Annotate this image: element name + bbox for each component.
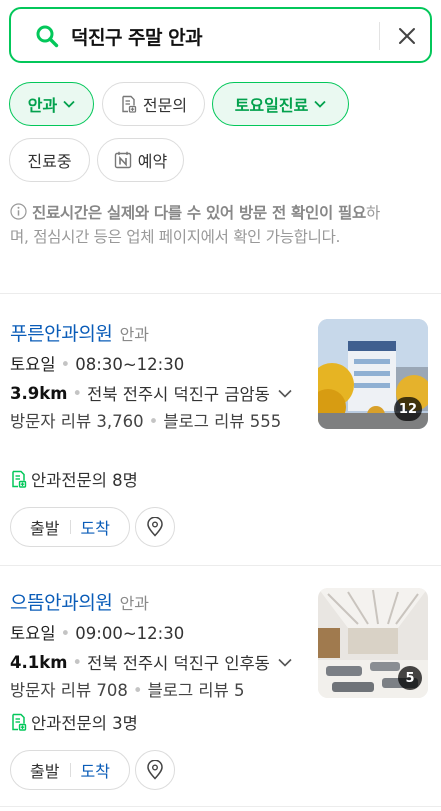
- chevron-down-icon: [63, 100, 75, 108]
- route-start-button[interactable]: 출발: [30, 758, 59, 782]
- filter-chip-specialist[interactable]: 전문의: [102, 82, 205, 126]
- filter-chip-reservation[interactable]: 예약: [97, 138, 184, 182]
- search-input[interactable]: 덕진구 주말 안과: [71, 23, 203, 50]
- address-row[interactable]: 4.1km • 전북 전주시 덕진구 인후동: [10, 650, 308, 674]
- route-arrive-button[interactable]: 도착: [81, 758, 110, 782]
- search-bar[interactable]: 덕진구 주말 안과: [9, 7, 432, 63]
- place-name[interactable]: 푸른안과의원: [10, 323, 113, 345]
- blog-reviews: 블로그 리뷰 5: [147, 681, 245, 700]
- specialist-doc-icon: [12, 713, 27, 731]
- divider: [0, 806, 441, 807]
- distance: 4.1km: [10, 652, 68, 672]
- hours-time: 09:00~12:30: [75, 624, 185, 643]
- visitor-reviews: 방문자 리뷰 3,760: [10, 412, 144, 431]
- map-pin-icon: [147, 760, 163, 780]
- chevron-down-icon[interactable]: [278, 389, 292, 398]
- route-start-button[interactable]: 출발: [30, 515, 59, 539]
- divider: [0, 565, 441, 566]
- photo-count-badge: 12: [393, 397, 422, 421]
- result-title[interactable]: 으뜸안과의원 안과: [10, 588, 149, 615]
- route-arrive-button[interactable]: 도착: [81, 515, 110, 539]
- business-hours: 토요일 • 09:00~12:30: [10, 624, 185, 643]
- address: 전북 전주시 덕진구 금암동: [87, 385, 270, 404]
- place-photo[interactable]: 12: [318, 319, 428, 429]
- review-counts: 방문자 리뷰 708 • 블로그 리뷰 5: [10, 681, 245, 700]
- filter-chip-saturday[interactable]: 토요일진료: [212, 82, 349, 126]
- route-button[interactable]: 출발 도착: [10, 750, 130, 790]
- specialist-info: 안과전문의 3명: [10, 710, 138, 734]
- naver-reserve-icon: [114, 151, 131, 169]
- distance: 3.9km: [10, 383, 68, 403]
- place-category: 안과: [119, 325, 150, 344]
- notice-bold-text: 진료시간은 실제와 다를 수 있어 방문 전 확인이 필요: [32, 204, 366, 222]
- specialist-doc-icon: [12, 470, 27, 488]
- map-pin-button[interactable]: [135, 507, 175, 547]
- filter-chip-label: 전문의: [142, 96, 188, 115]
- filter-chip-label: 토요일진료: [234, 96, 309, 115]
- filter-chip-ophthalmology[interactable]: 안과: [9, 82, 94, 126]
- route-divider: [69, 763, 71, 777]
- route-divider: [69, 520, 71, 534]
- result-card[interactable]: 으뜸안과의원 안과 토요일 • 09:00~12:30 4.1km • 전북 전주시…: [0, 588, 441, 798]
- filter-chip-label: 예약: [137, 152, 168, 171]
- specialist-info: 안과전문의 8명: [10, 467, 138, 491]
- result-card[interactable]: 푸른안과의원 안과 토요일 • 08:30~12:30 3.9km • 전북 전주시…: [0, 319, 441, 559]
- close-icon[interactable]: [393, 22, 421, 50]
- place-photo[interactable]: 5: [318, 588, 428, 698]
- address-row[interactable]: 3.9km • 전북 전주시 덕진구 금암동: [10, 381, 308, 405]
- result-title[interactable]: 푸른안과의원 안과: [10, 319, 149, 346]
- route-button[interactable]: 출발 도착: [10, 507, 130, 547]
- specialist-doc-icon: [122, 95, 137, 113]
- place-category: 안과: [119, 594, 150, 613]
- divider: [0, 293, 441, 294]
- hours-day: 토요일: [10, 624, 56, 643]
- place-name[interactable]: 으뜸안과의원: [10, 592, 113, 614]
- filter-chip-label: 진료중: [27, 152, 72, 171]
- hours-day: 토요일: [10, 355, 56, 374]
- map-pin-icon: [147, 517, 163, 537]
- specialist-count: 안과전문의 3명: [31, 714, 138, 733]
- chevron-down-icon: [314, 100, 326, 108]
- blog-reviews: 블로그 리뷰 555: [163, 412, 282, 431]
- chevron-down-icon[interactable]: [278, 658, 292, 667]
- hours-time: 08:30~12:30: [75, 355, 185, 374]
- review-counts: 방문자 리뷰 3,760 • 블로그 리뷰 555: [10, 412, 282, 431]
- filter-chip-label: 안과: [27, 96, 58, 115]
- business-hours: 토요일 • 08:30~12:30: [10, 355, 185, 374]
- specialist-count: 안과전문의 8명: [31, 471, 138, 490]
- address: 전북 전주시 덕진구 인후동: [87, 654, 270, 673]
- search-divider: [379, 22, 380, 50]
- photo-count-badge: 5: [398, 666, 422, 690]
- info-icon: [10, 203, 27, 220]
- visitor-reviews: 방문자 리뷰 708: [10, 681, 128, 700]
- search-icon[interactable]: [35, 24, 59, 48]
- map-pin-button[interactable]: [135, 750, 175, 790]
- hours-notice: 진료시간은 실제와 다를 수 있어 방문 전 확인이 필요하며, 점심시간 등은…: [10, 202, 390, 249]
- filter-chip-open-now[interactable]: 진료중: [9, 138, 90, 182]
